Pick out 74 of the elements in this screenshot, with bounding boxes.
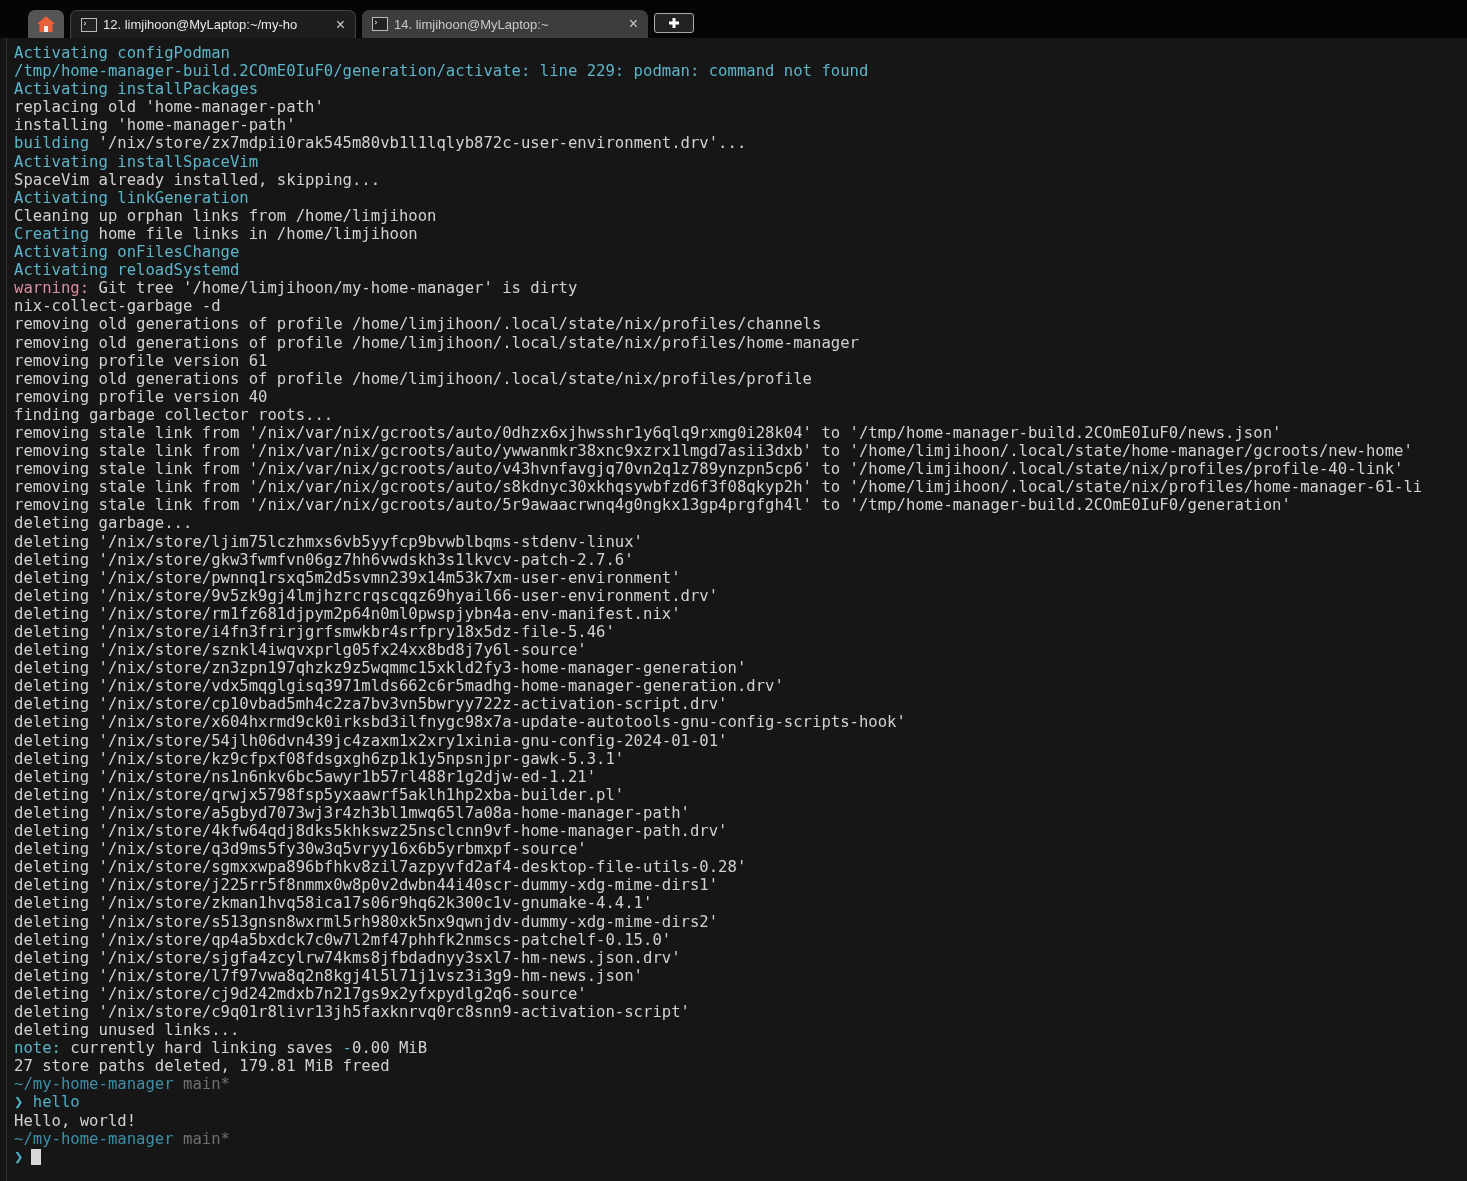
terminal-line: deleting '/nix/store/c9q01r8livr13jh5faxknrvq0rc8snn9-activation-script': [14, 1002, 690, 1022]
terminal-line: Activating configPodman: [14, 44, 230, 63]
house-icon: [36, 14, 56, 34]
terminal-line: SpaceVim already installed, skipping...: [14, 170, 381, 189]
terminal-line: deleting '/nix/store/sjgfa4zcylrw74kms8jfbdadnyy3sxl7-hm-news.json.drv': [14, 948, 681, 967]
terminal-line: ~/my-home-manager main*: [14, 1129, 230, 1148]
terminal-line: finding garbage collector roots...: [14, 405, 334, 424]
terminal-line: deleting '/nix/store/gkw3fwmfvn06gz7hh6vwdskh3s1lkvcv-patch-2.7.6': [14, 550, 634, 569]
terminal-line: deleting '/nix/store/kz9cfpxf08fdsgxgh6zp1k1y5npsnjpr-gawk-5.3.1': [14, 749, 625, 768]
tab-title: 12. limjihoon@MyLaptop:~/my-ho: [103, 17, 299, 32]
terminal-line: deleting '/nix/store/ns1n6nkv6bc5awyr1b57rl488r1g2djw-ed-1.21': [14, 767, 597, 786]
terminal-line: deleting '/nix/store/qp4a5bxdck7c0w7l2mf47phhfk2nmscs-patchelf-0.15.0': [14, 930, 672, 949]
terminal-line: Activating reloadSystemd: [14, 261, 240, 280]
terminal-line: deleting '/nix/store/zkman1hvq58ica17s06r9hq62k300c1v-gnumake-4.4.1': [14, 894, 653, 913]
plus-icon: [668, 17, 680, 29]
terminal-line: removing old generations of profile /home/limjihoon/.local/state/nix/profiles/profile: [14, 369, 812, 388]
terminal-line: Creating home file links in /home/limjihoon: [14, 224, 418, 244]
terminal-line: removing stale link from '/nix/var/nix/gcroots/auto/v43hvnfavgjq70vn2q1z789ynzpn5cp6' to '/home/limjihoon/.local/state/nix/profiles/profile-40-link': [14, 460, 1404, 479]
terminal-line: nix-collect-garbage -d: [14, 297, 221, 316]
terminal-line: deleting '/nix/store/rm1fz681djpym2p64n0ml0pwspjybn4a-env-manifest.nix': [14, 604, 681, 623]
terminal-line: deleting '/nix/store/i4fn3frirjgrfsmwkbr4srfpry18x5dz-file-5.46': [14, 623, 615, 642]
terminal-line: removing profile version 61: [14, 351, 268, 370]
terminal-line: installing 'home-manager-path': [14, 116, 296, 135]
terminal-line: removing stale link from '/nix/var/nix/gcroots/auto/ywwanmkr38xnc9xzrx1lmgd7asii3dxb' to '/home/limjihoon/.local/state/home-manager/gcroots/new-home': [14, 442, 1413, 461]
terminal-line: removing old generations of profile /home/limjihoon/.local/state/nix/profiles/channels: [14, 315, 822, 334]
terminal-line: deleting '/nix/store/s513gnsn8wxrml5rh980xk5nx9qwnjdv-dummy-xdg-mime-dirs2': [14, 912, 719, 931]
terminal-line: deleting '/nix/store/j225rr5f8nmmx0w8p0v2dwbn44i40scr-dummy-xdg-mime-dirs1': [14, 876, 719, 895]
terminal-line: ~/my-home-manager main*: [14, 1075, 230, 1094]
terminal-line: deleting '/nix/store/4kfw64qdj8dks5khkswz25nsclcnn9vf-home-manager-path.drv': [14, 822, 728, 841]
new-tab-button[interactable]: [654, 13, 694, 33]
terminal-line: deleting '/nix/store/sgmxxwpa896bfhkv8zil7azpyvfd2af4-desktop-file-utils-0.28': [14, 858, 747, 877]
terminal-line: deleting unused links...: [14, 1021, 240, 1040]
terminal-line: Activating linkGeneration: [14, 188, 249, 207]
terminal-line: /tmp/home-manager-build.2COmE0IuF0/generation/activate: line 229: podman: command not found: [14, 62, 869, 81]
home-tab[interactable]: [28, 10, 64, 38]
terminal-line: removing stale link from '/nix/var/nix/gcroots/auto/s8kdnyc30xkhqsywbfzd6f3f08qkyp2h' to '/home/limjihoon/.local/state/nix/profiles/home-manager-61-li: [14, 478, 1423, 497]
terminal-line: Hello, world!: [14, 1111, 137, 1130]
terminal-line: deleting '/nix/store/vdx5mqglgisq3971mlds662c6r5madhg-home-manager-generation.drv': [14, 677, 784, 696]
terminal-line: deleting '/nix/store/pwnnq1rsxq5m2d5svmn239x14m53k7xm-user-environment': [14, 568, 681, 587]
terminal-line: ❯ hello: [14, 1093, 80, 1112]
close-button[interactable]: ×: [335, 15, 345, 34]
terminal-line: deleting '/nix/store/sznkl4iwqvxprlg05fx24xx8bd8j7y6l-source': [14, 641, 587, 660]
terminal-line: removing profile version 40: [14, 387, 268, 406]
terminal-line: deleting '/nix/store/ljim75lczhmxs6vb5yyfcp9bvwblbqms-stdenv-linux': [14, 532, 643, 551]
terminal-icon: [372, 17, 388, 31]
close-button[interactable]: ×: [628, 15, 638, 33]
terminal-tab[interactable]: 12. limjihoon@MyLaptop:~/my-ho ×: [70, 10, 356, 38]
terminal-line: Cleaning up orphan links from /home/limjihoon: [14, 206, 437, 225]
terminal-line: 27 store paths deleted, 179.81 MiB freed: [14, 1057, 390, 1076]
terminal-line: deleting '/nix/store/cj9d242mdxb7n217gs9x2yfxpydlg2q6-source': [14, 984, 587, 1003]
tab-title: 14. limjihoon@MyLaptop:~: [394, 16, 550, 32]
terminal-line: Activating onFilesChange: [14, 243, 240, 262]
terminal-line: deleting '/nix/store/qrwjx5798fsp5yxaawrf5aklh1hp2xba-builder.pl': [14, 785, 625, 804]
terminal-line: deleting '/nix/store/54jlh06dvn439jc4zaxm1x2xry1xinia-gnu-config-2024-01-01': [14, 731, 728, 750]
terminal-line: building '/nix/store/zx7mdpii0rak545m80vb1l1lqlyb872c-user-environment.drv'...: [14, 134, 747, 153]
terminal-line: ❯: [14, 1147, 24, 1166]
terminal-line: replacing old 'home-manager-path': [14, 98, 324, 117]
terminal-line: removing stale link from '/nix/var/nix/gcroots/auto/0dhzx6xjhwsshr1y6qlq9rxmg0i28k04' to '/tmp/home-manager-build.2COmE0IuF0/news.json': [14, 423, 1282, 443]
terminal-line: deleting '/nix/store/zn3zpn197qhzkz9z5wqmmc15xkld2fy3-home-manager-generation': [14, 659, 747, 678]
terminal-line: Activating installSpaceVim: [14, 152, 259, 171]
terminal-line: removing old generations of profile /home/limjihoon/.local/state/nix/profiles/home-manager: [14, 333, 859, 352]
terminal-line: deleting '/nix/store/l7f97vwa8q2n8kgj4l5l71j1vsz3i3g9-hm-news.json': [14, 966, 643, 985]
terminal-line: deleting '/nix/store/q3d9ms5fy30w3q5vryy16x6b5yrbmxpf-source': [14, 840, 587, 859]
terminal-icon: [81, 17, 97, 32]
terminal-line: warning: Git tree '/home/limjihoon/my-home-manager' is dirty: [14, 279, 578, 298]
terminal-line: note: currently hard linking saves -0.00 MiB: [14, 1039, 428, 1058]
terminal-line: deleting '/nix/store/9v5zk9gj4lmjhzrcrqscqqz69hyail66-user-environment.drv': [14, 586, 719, 605]
terminal-tab[interactable]: 14. limjihoon@MyLaptop:~ ×: [362, 10, 648, 38]
terminal-line: removing stale link from '/nix/var/nix/gcroots/auto/5r9awaacrwnq4g0ngkx13gp4prgfgh4l' to '/tmp/home-manager-build.2COmE0IuF0/generation': [14, 496, 1291, 515]
terminal-line: Activating installPackages: [14, 80, 259, 99]
terminal-line: deleting '/nix/store/x604hxrmd9ck0irksbd3ilfnygc98x7a-update-autotools-gnu-config-scripts-hook': [14, 713, 906, 732]
terminal-line: deleting '/nix/store/cp10vbad5mh4c2za7bv3vn5bwryy722z-activation-script.drv': [14, 695, 728, 714]
terminal-line: deleting garbage...: [14, 514, 193, 533]
terminal-line: deleting '/nix/store/a5gbyd7073wj3r4zh3bl1mwq65l7a08a-home-manager-path': [14, 803, 690, 823]
